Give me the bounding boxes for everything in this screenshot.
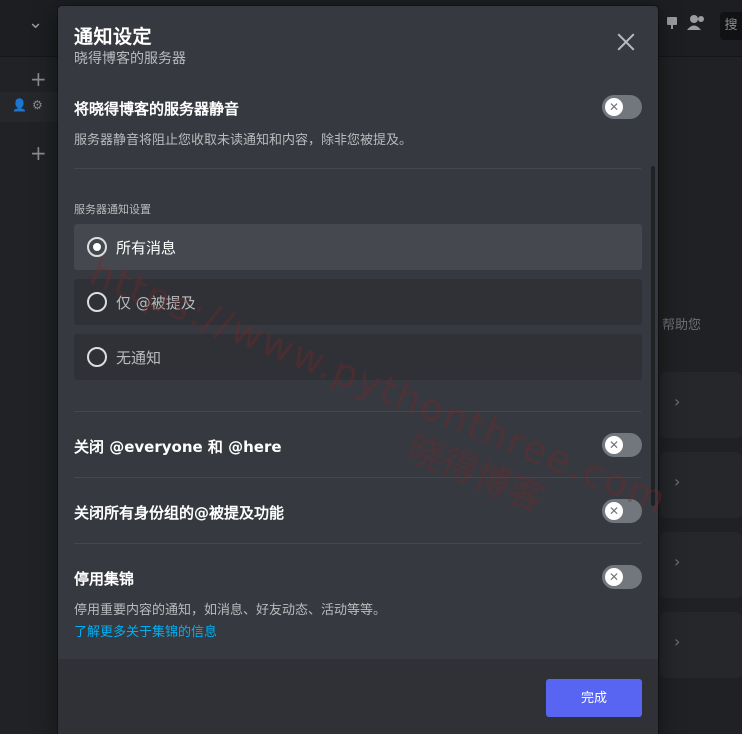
divider	[74, 411, 641, 412]
chevron-right-icon: ›	[674, 392, 681, 411]
radio-label: 所有消息	[116, 239, 177, 257]
toggle-off-icon: ✕	[605, 98, 623, 116]
gear-icon[interactable]: ⚙	[32, 98, 43, 112]
highlights-description: 停用重要内容的通知，如消息、好友动态、活动等等。	[74, 603, 387, 618]
background-sidebar: + 👤 ⚙ +	[0, 57, 58, 734]
add-icon[interactable]: +	[30, 143, 47, 163]
suppress-roles-title: 关闭所有身份组的@被提及功能	[74, 504, 285, 522]
mute-server-title: 将晓得博客的服务器静音	[74, 100, 240, 118]
mute-server-description: 服务器静音将阻止您收取未读通知和内容，除非您被提及。	[74, 133, 413, 148]
radio-all-messages[interactable]: 所有消息	[74, 224, 642, 270]
close-icon[interactable]	[614, 30, 638, 54]
scrollbar[interactable]	[651, 166, 655, 506]
radio-unselected-icon	[87, 347, 107, 367]
members-icon[interactable]	[686, 14, 706, 34]
background-card[interactable]: ›	[660, 532, 742, 598]
modal-footer: 完成	[58, 659, 658, 734]
chevron-down-icon[interactable]: ⌄	[28, 12, 43, 33]
chevron-right-icon: ›	[674, 632, 681, 651]
radio-label: 无通知	[116, 349, 162, 367]
pin-icon[interactable]	[664, 14, 680, 34]
toggle-off-icon: ✕	[605, 568, 623, 586]
highlights-title: 停用集锦	[74, 570, 135, 588]
divider	[74, 543, 641, 544]
search-input[interactable]: 搜	[720, 12, 742, 40]
modal-subtitle: 晓得博客的服务器	[74, 51, 186, 67]
highlights-learn-more-link[interactable]: 了解更多关于集锦的信息	[74, 621, 217, 640]
chevron-right-icon: ›	[674, 552, 681, 571]
mute-server-toggle[interactable]: ✕	[602, 95, 642, 119]
add-user-icon[interactable]: 👤	[12, 98, 27, 112]
server-notification-section-label: 服务器通知设置	[74, 203, 151, 216]
suppress-everyone-toggle[interactable]: ✕	[602, 433, 642, 457]
toggle-off-icon: ✕	[605, 436, 623, 454]
suppress-everyone-title: 关闭 @everyone 和 @here	[74, 438, 282, 456]
background-card[interactable]: ›	[660, 372, 742, 438]
divider	[74, 168, 641, 169]
done-button[interactable]: 完成	[546, 679, 642, 717]
highlights-toggle[interactable]: ✕	[602, 565, 642, 589]
add-icon[interactable]: +	[30, 69, 47, 89]
help-text: 帮助您	[662, 318, 702, 333]
chevron-right-icon: ›	[674, 472, 681, 491]
modal-title: 通知设定	[74, 26, 153, 48]
background-card[interactable]: ›	[660, 612, 742, 678]
sidebar-row[interactable]: 👤 ⚙	[0, 92, 58, 122]
modal-header: 通知设定 晓得博客的服务器	[58, 6, 658, 82]
